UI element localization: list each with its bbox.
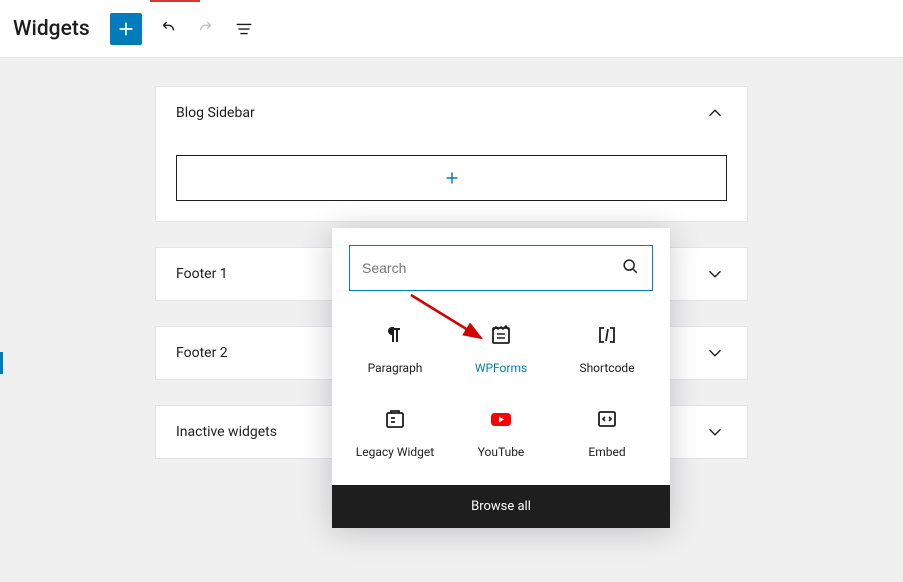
widget-area-title: Footer 2 [176,345,228,361]
plus-icon [115,18,137,40]
add-block-button[interactable] [110,13,142,45]
block-label: Legacy Widget [356,445,434,459]
shortcode-icon [595,323,619,347]
paragraph-icon [383,323,407,347]
add-block-appender[interactable] [176,155,727,201]
legacy-widget-icon [383,407,407,431]
block-embed[interactable]: Embed [554,397,660,473]
widget-area-header[interactable]: Blog Sidebar [156,87,747,139]
widget-area-title: Inactive widgets [176,424,277,440]
top-toolbar: Widgets [0,0,903,58]
block-grid: Paragraph WPForms Shortcode Legacy Widge… [332,301,670,485]
loading-indicator [150,0,200,2]
widget-area-title: Blog Sidebar [176,105,255,121]
block-label: YouTube [478,445,525,459]
youtube-icon [489,407,513,431]
undo-button[interactable] [156,17,180,41]
block-legacy-widget[interactable]: Legacy Widget [342,397,448,473]
page-title: Widgets [13,17,90,41]
search-input[interactable] [362,260,620,276]
redo-icon [195,18,217,40]
block-search-field[interactable] [349,245,653,291]
block-label: Paragraph [368,361,423,375]
widget-area-title: Footer 1 [176,266,228,282]
toolbar-actions [156,17,256,41]
chevron-down-icon [703,262,727,286]
block-inserter-popover: Paragraph WPForms Shortcode Legacy Widge… [332,228,670,528]
browse-all-button[interactable]: Browse all [332,485,670,528]
plus-icon [441,167,463,189]
redo-button[interactable] [194,17,218,41]
block-shortcode[interactable]: Shortcode [554,313,660,389]
block-label: Embed [588,445,625,459]
wpforms-icon [489,323,513,347]
chevron-down-icon [703,420,727,444]
block-wpforms[interactable]: WPForms [448,313,554,389]
widget-area-blog-sidebar: Blog Sidebar [155,86,748,222]
chevron-up-icon [703,101,727,125]
undo-icon [157,18,179,40]
chevron-down-icon [703,341,727,365]
block-label: Shortcode [579,361,634,375]
edge-highlight [0,352,3,374]
block-paragraph[interactable]: Paragraph [342,313,448,389]
embed-icon [595,407,619,431]
search-icon [620,256,640,280]
list-view-icon [233,18,255,40]
block-label: WPForms [475,361,527,375]
block-youtube[interactable]: YouTube [448,397,554,473]
list-view-button[interactable] [232,17,256,41]
